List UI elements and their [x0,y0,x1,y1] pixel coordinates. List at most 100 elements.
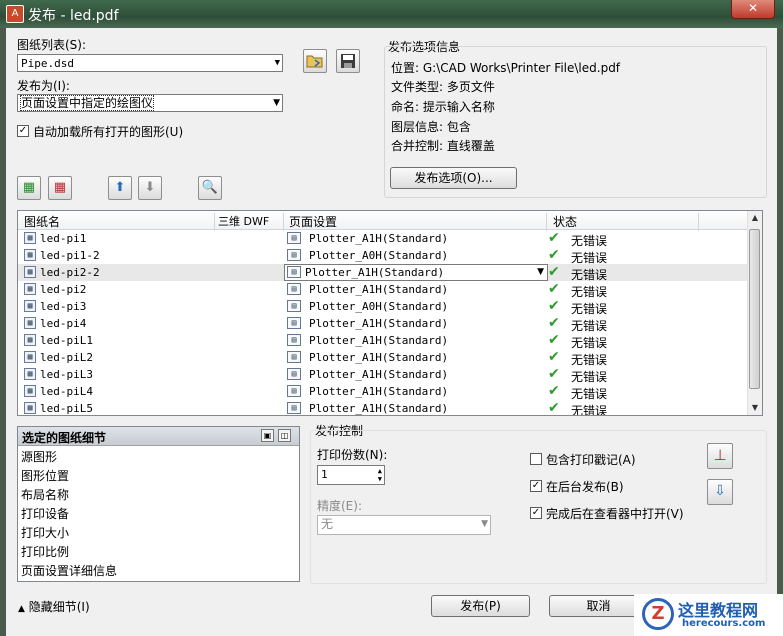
chevron-down-icon: ▼ [273,98,280,108]
sheet-name-cell: led-pi4 [40,317,87,330]
check-icon: ✔ [548,349,560,365]
app-icon: A [6,5,24,23]
sheet-icon: ▦ [24,334,36,346]
precision-combo[interactable]: 无 ▼ [317,515,491,535]
preview-icon: 🔍 [201,180,219,195]
copies-value: 1 [321,468,328,481]
page-setup-icon: ▤ [287,283,301,295]
open-sheet-list-button[interactable] [303,49,327,73]
publish-to-combo[interactable]: 页面设置中指定的绘图仪 ▼ [17,94,283,112]
sheet-name-cell: led-pi2-2 [40,266,100,279]
details-view-icon[interactable]: ▣ [261,429,274,442]
table-row[interactable]: ▦ led-pi2 ▤ Plotter_A1H(Standard) ✔ 无错误 [18,281,749,299]
table-row[interactable]: ▦ led-pi4 ▤ Plotter_A1H(Standard) ✔ 无错误 [18,315,749,333]
publish-button[interactable]: 发布(P) [431,595,530,617]
sheet-list-combo[interactable]: Pipe.dsd ▼ [17,54,283,72]
sheet-icon: ▦ [24,283,36,295]
table-row[interactable]: ▦ led-pi2-2 ▤ Plotter_A1H(Standard) ▼ ✔ 无错误 [18,264,749,282]
watermark-logo: Z [642,598,674,630]
sheet-name-cell: led-piL2 [40,351,93,364]
scroll-up-icon[interactable]: ▲ [748,211,762,225]
sheet-name-cell: led-pi3 [40,300,87,313]
table-row[interactable]: ▦ led-piL2 ▤ Plotter_A1H(Standard) ✔ 无错误 [18,349,749,367]
table-row[interactable]: ▦ led-piL5 ▤ Plotter_A1H(Standard) ✔ 无错误 [18,400,749,416]
auto-load-checkbox[interactable]: ✓ [17,125,29,137]
scroll-thumb[interactable] [749,229,760,389]
table-row[interactable]: ▦ led-pi1-2 ▤ Plotter_A0H(Standard) ✔ 无错误 [18,247,749,265]
save-sheet-list-button[interactable] [336,49,360,73]
table-row[interactable]: ▦ led-piL1 ▤ Plotter_A1H(Standard) ✔ 无错误 [18,332,749,350]
sheet-list-label: 图纸列表(S): [17,38,87,52]
move-down-button[interactable]: ⬇ [138,176,162,200]
check-icon: ✔ [548,332,560,348]
page-setup-cell: Plotter_A1H(Standard) [309,283,449,296]
table-header: 图纸名 三维 DWF 页面设置 状态 [18,211,749,231]
background-publish-checkbox[interactable]: ✓ [530,480,542,492]
page-setup-icon: ▤ [287,232,301,244]
page-setup-icon: ▤ [287,368,301,380]
save-publish-settings-button[interactable]: ⇩ [707,479,733,505]
page-setup-icon: ▤ [287,317,301,329]
copies-stepper[interactable]: 1 ▲ ▼ [317,465,385,485]
page-setup-icon: ▤ [287,249,301,261]
info-filetype: 文件类型: 多页文件 [391,80,495,94]
details-refresh-icon[interactable]: ◫ [278,429,291,442]
page-setup-icon: ▤ [287,351,301,363]
col-3d-dwf[interactable]: 三维 DWF [218,213,269,229]
page-setup-cell: Plotter_A1H(Standard) [305,266,445,279]
remove-sheets-button[interactable]: ▦ [48,176,72,200]
preview-button[interactable]: 🔍 [198,176,222,200]
move-down-icon: ⬇ [144,180,156,195]
info-layers: 图层信息: 包含 [391,120,471,134]
close-button[interactable]: ✕ [731,0,775,19]
move-up-icon: ⬆ [114,180,126,195]
col-sheet-name[interactable]: 图纸名 [24,213,60,230]
table-row[interactable]: ▦ led-pi1 ▤ Plotter_A1H(Standard) ✔ 无错误 [18,230,749,248]
save-icon [341,54,355,68]
sheet-icon: ▦ [24,402,36,414]
include-stamp-checkbox[interactable] [530,453,542,465]
add-sheets-button[interactable]: ▦ [17,176,41,200]
sheet-name-cell: led-piL1 [40,334,93,347]
spin-arrows-icon[interactable]: ▲ ▼ [378,467,382,483]
table-row[interactable]: ▦ led-piL4 ▤ Plotter_A1H(Standard) ✔ 无错误 [18,383,749,401]
details-item: 打印设备 [21,507,70,521]
publish-to-value: 页面设置中指定的绘图仪 [19,95,155,111]
sheet-icon: ▦ [24,317,36,329]
info-naming: 命名: 提示输入名称 [391,100,495,114]
sheet-name-cell: led-piL5 [40,402,93,415]
publish-options-button[interactable]: 发布选项(O)... [390,167,517,189]
sheet-name-cell: led-pi2 [40,283,87,296]
table-row[interactable]: ▦ led-pi3 ▤ Plotter_A0H(Standard) ✔ 无错误 [18,298,749,316]
sheet-icon: ▦ [24,351,36,363]
page-setup-cell: Plotter_A1H(Standard) [309,351,449,364]
page-setup-dropdown[interactable]: ▤ Plotter_A1H(Standard) ▼ [284,264,548,281]
auto-load-label: 自动加载所有打开的图形(U) [33,125,184,139]
table-row[interactable]: ▦ led-piL3 ▤ Plotter_A1H(Standard) ✔ 无错误 [18,366,749,384]
folder-open-icon [306,55,323,68]
details-item: 布局名称 [21,488,70,502]
sheet-icon: ▦ [24,266,36,278]
page-setup-icon: ▤ [287,266,301,278]
check-icon: ✔ [548,383,560,399]
col-page-setup[interactable]: 页面设置 [289,213,337,230]
status-cell: 无错误 [571,404,608,416]
hide-details-link[interactable]: ▲ 隐藏细节(I) [18,598,90,615]
scroll-down-icon[interactable]: ▼ [748,401,762,415]
sheet-icon: ▦ [24,368,36,380]
window-title: 发布 - led.pdf [28,8,119,24]
open-viewer-label: 完成后在查看器中打开(V) [546,507,684,521]
precision-label: 精度(E): [317,499,362,513]
details-item: 页面设置详细信息 [21,564,118,578]
sheet-table[interactable]: 图纸名 三维 DWF 页面设置 状态 ▦ led-pi1 ▤ Plotter_A1H(… [17,210,763,416]
col-status[interactable]: 状态 [553,213,577,230]
chevron-down-icon: ▼ [537,267,544,277]
check-icon: ✔ [548,247,560,263]
move-up-button[interactable]: ⬆ [108,176,132,200]
open-viewer-checkbox[interactable]: ✓ [530,507,542,519]
details-title: 选定的图纸细节 [22,431,107,445]
stamp-settings-button[interactable]: ⊥ [707,443,733,469]
watermark: Z 这里教程网 herecours.com [634,594,783,636]
vertical-scrollbar[interactable]: ▲ ▼ [747,211,762,415]
sheet-list-value: Pipe.dsd [21,57,74,70]
